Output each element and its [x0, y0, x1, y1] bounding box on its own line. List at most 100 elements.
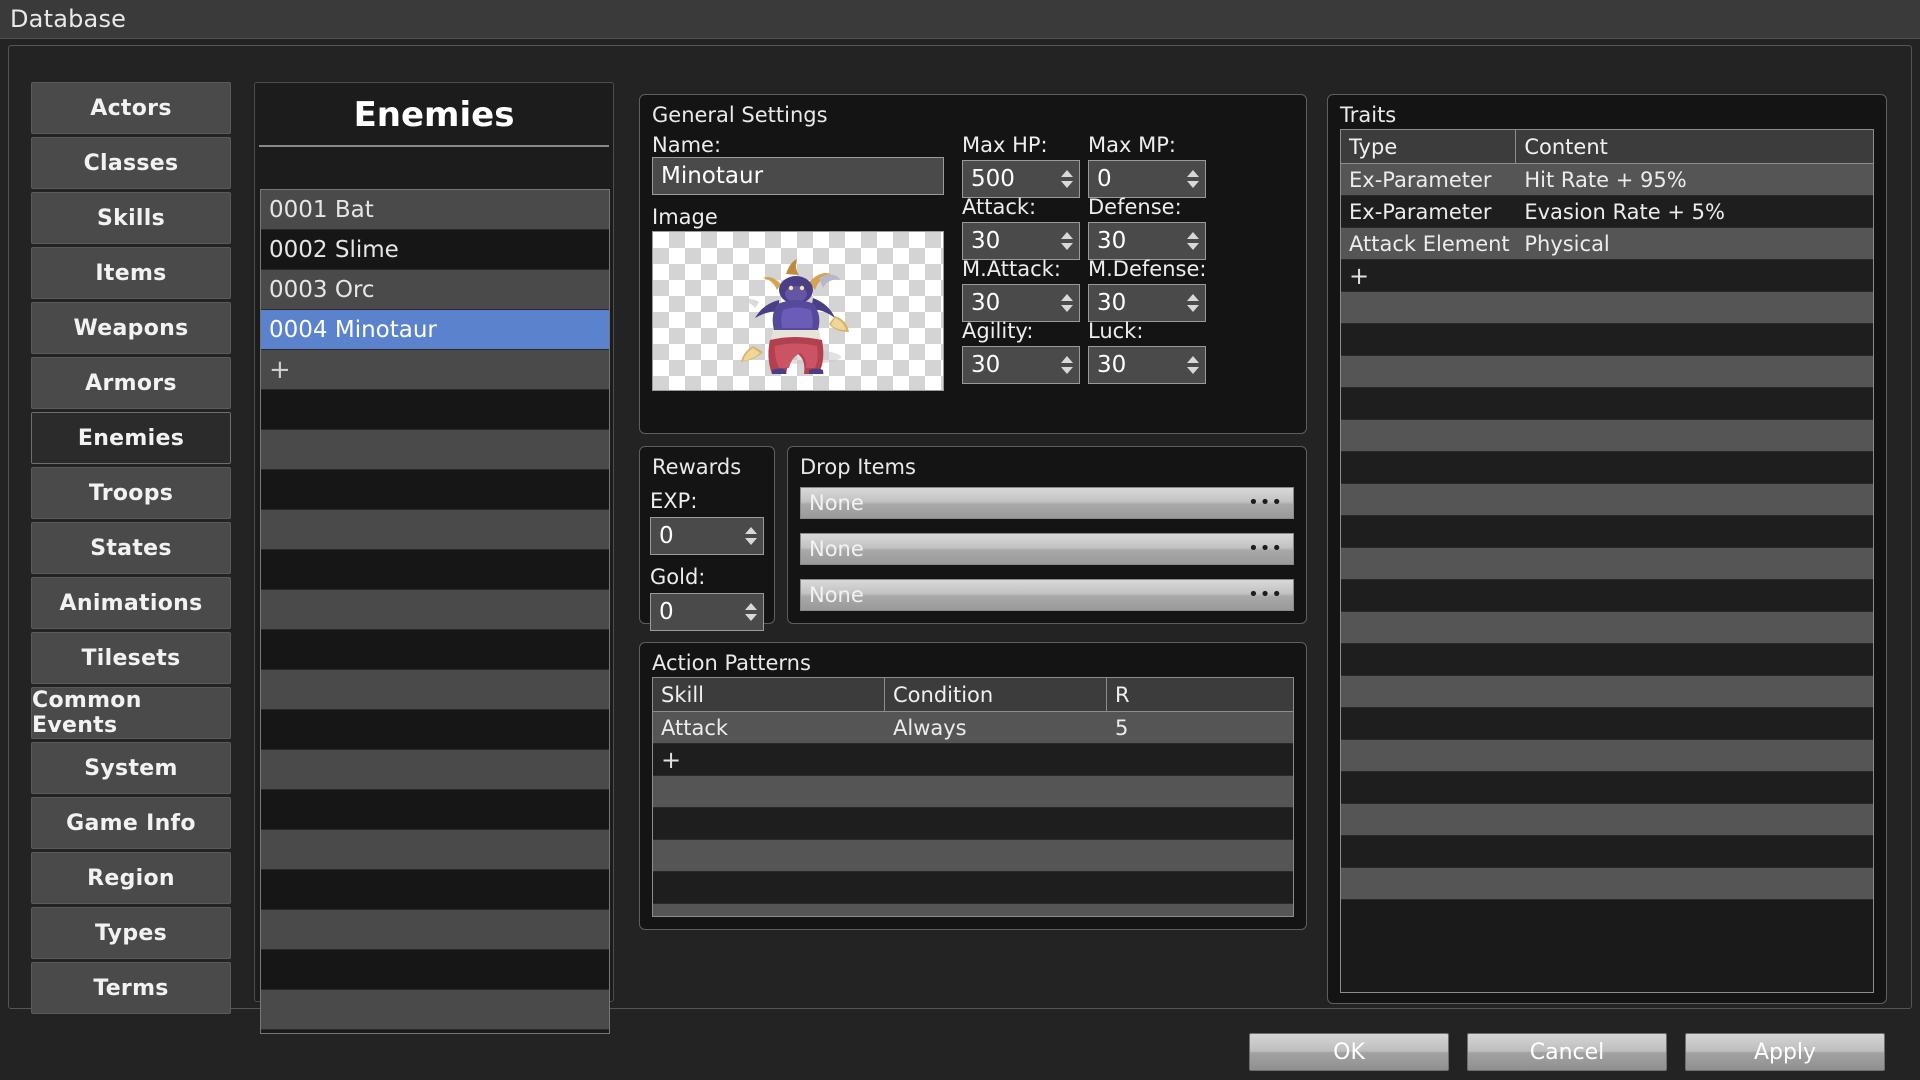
chevron-down-icon[interactable] — [1061, 367, 1073, 374]
list-item[interactable]: 0004 Minotaur — [261, 310, 609, 350]
chevron-down-icon[interactable] — [1187, 367, 1199, 374]
apply-button[interactable]: Apply — [1685, 1033, 1885, 1071]
table-row-empty[interactable] — [1341, 292, 1873, 324]
exp-spinner[interactable]: 0 — [650, 517, 764, 555]
list-item-empty[interactable] — [261, 510, 609, 550]
list-item-empty[interactable] — [261, 590, 609, 630]
chevron-down-icon[interactable] — [745, 538, 757, 545]
drop-item-select[interactable]: None ••• — [800, 487, 1294, 519]
stat-spinner-arrows[interactable] — [1061, 347, 1073, 383]
chevron-up-icon[interactable] — [745, 527, 757, 534]
chevron-up-icon[interactable] — [1061, 170, 1073, 177]
table-row-empty[interactable] — [653, 808, 1293, 840]
list-item-empty[interactable] — [261, 390, 609, 430]
action-pattern-add-row[interactable]: + — [653, 744, 1293, 776]
chevron-up-icon[interactable] — [1187, 294, 1199, 301]
stat-spinner-attack[interactable]: 30 — [962, 222, 1080, 260]
trait-column-header[interactable]: Type — [1341, 130, 1517, 163]
table-row-empty[interactable] — [653, 872, 1293, 904]
chevron-down-icon[interactable] — [1061, 305, 1073, 312]
table-row-empty[interactable] — [1341, 356, 1873, 388]
sidebar-item-actors[interactable]: Actors — [31, 82, 231, 134]
stat-spinner-luck[interactable]: 30 — [1088, 346, 1206, 384]
list-item-empty[interactable] — [261, 750, 609, 790]
stat-spinner-max-mp[interactable]: 0 — [1088, 160, 1206, 198]
trait-column-header[interactable]: Content — [1516, 130, 1873, 163]
sidebar-item-items[interactable]: Items — [31, 247, 231, 299]
sidebar-item-skills[interactable]: Skills — [31, 192, 231, 244]
list-item[interactable]: 0003 Orc — [261, 270, 609, 310]
sidebar-item-tilesets[interactable]: Tilesets — [31, 632, 231, 684]
drop-item-select[interactable]: None ••• — [800, 579, 1294, 611]
cancel-button[interactable]: Cancel — [1467, 1033, 1667, 1071]
stat-spinner-mattack[interactable]: 30 — [962, 284, 1080, 322]
stat-spinner-arrows[interactable] — [1187, 285, 1199, 321]
name-input[interactable]: Minotaur — [652, 157, 944, 195]
list-item-empty[interactable] — [261, 630, 609, 670]
table-row-empty[interactable] — [1341, 868, 1873, 900]
add-enemy-row[interactable]: + — [261, 350, 609, 390]
traits-table[interactable]: Type Content Ex-Parameter Hit Rate + 95% Ex… — [1340, 129, 1874, 993]
stat-spinner-arrows[interactable] — [1061, 285, 1073, 321]
sidebar-item-armors[interactable]: Armors — [31, 357, 231, 409]
trait-add-row[interactable]: + — [1341, 260, 1873, 292]
table-row-empty[interactable] — [1341, 644, 1873, 676]
ellipsis-browse-icon[interactable]: ••• — [1248, 586, 1283, 604]
stat-spinner-arrows[interactable] — [1061, 223, 1073, 259]
table-row-empty[interactable] — [1341, 420, 1873, 452]
table-row-empty[interactable] — [653, 840, 1293, 872]
table-row-empty[interactable] — [653, 904, 1293, 916]
chevron-up-icon[interactable] — [1187, 356, 1199, 363]
table-row[interactable]: Ex-Parameter Hit Rate + 95% — [1341, 164, 1873, 196]
list-item-empty[interactable] — [261, 470, 609, 510]
table-row-empty[interactable] — [1341, 388, 1873, 420]
chevron-down-icon[interactable] — [1061, 181, 1073, 188]
chevron-up-icon[interactable] — [1061, 294, 1073, 301]
table-row-empty[interactable] — [1341, 580, 1873, 612]
sidebar-item-region[interactable]: Region — [31, 852, 231, 904]
chevron-down-icon[interactable] — [1187, 243, 1199, 250]
list-item-empty[interactable] — [261, 950, 609, 990]
table-row-empty[interactable] — [1341, 676, 1873, 708]
table-row-empty[interactable] — [1341, 548, 1873, 580]
table-row-empty[interactable] — [1341, 772, 1873, 804]
ellipsis-browse-icon[interactable]: ••• — [1248, 494, 1283, 512]
list-item-empty[interactable] — [261, 710, 609, 750]
stat-spinner-arrows[interactable] — [1187, 347, 1199, 383]
table-row-empty[interactable] — [1341, 708, 1873, 740]
list-item-empty[interactable] — [261, 550, 609, 590]
stat-spinner-defense[interactable]: 30 — [1088, 222, 1206, 260]
table-row-empty[interactable] — [1341, 804, 1873, 836]
sidebar-item-weapons[interactable]: Weapons — [31, 302, 231, 354]
chevron-down-icon[interactable] — [1187, 181, 1199, 188]
stat-spinner-arrows[interactable] — [1187, 161, 1199, 197]
sidebar-item-animations[interactable]: Animations — [31, 577, 231, 629]
exp-spinner-arrows[interactable] — [745, 518, 757, 554]
table-row-empty[interactable] — [1341, 452, 1873, 484]
enemy-image-preview[interactable] — [652, 231, 944, 391]
table-row-empty[interactable] — [1341, 612, 1873, 644]
table-row-empty[interactable] — [1341, 324, 1873, 356]
chevron-up-icon[interactable] — [1061, 356, 1073, 363]
action-patterns-table[interactable]: Skill Condition R Attack Always 5 + — [652, 677, 1294, 917]
ellipsis-browse-icon[interactable]: ••• — [1248, 540, 1283, 558]
sidebar-item-troops[interactable]: Troops — [31, 467, 231, 519]
list-item-empty[interactable] — [261, 830, 609, 870]
plus-icon[interactable]: + — [653, 744, 1293, 775]
table-row[interactable]: Ex-Parameter Evasion Rate + 5% — [1341, 196, 1873, 228]
plus-icon[interactable]: + — [1341, 260, 1873, 291]
drop-item-select[interactable]: None ••• — [800, 533, 1294, 565]
list-item[interactable]: 0001 Bat — [261, 190, 609, 230]
stat-spinner-mdefense[interactable]: 30 — [1088, 284, 1206, 322]
action-pattern-column-header[interactable]: Condition — [885, 678, 1107, 711]
chevron-down-icon[interactable] — [1061, 243, 1073, 250]
sidebar-item-states[interactable]: States — [31, 522, 231, 574]
action-pattern-column-header[interactable]: R — [1107, 678, 1207, 711]
gold-spinner[interactable]: 0 — [650, 593, 764, 631]
list-item-empty[interactable] — [261, 870, 609, 910]
sidebar-item-common-events[interactable]: Common Events — [31, 687, 231, 739]
chevron-up-icon[interactable] — [1187, 170, 1199, 177]
table-row[interactable]: Attack Always 5 — [653, 712, 1293, 744]
sidebar-item-game-info[interactable]: Game Info — [31, 797, 231, 849]
table-row-empty[interactable] — [1341, 740, 1873, 772]
